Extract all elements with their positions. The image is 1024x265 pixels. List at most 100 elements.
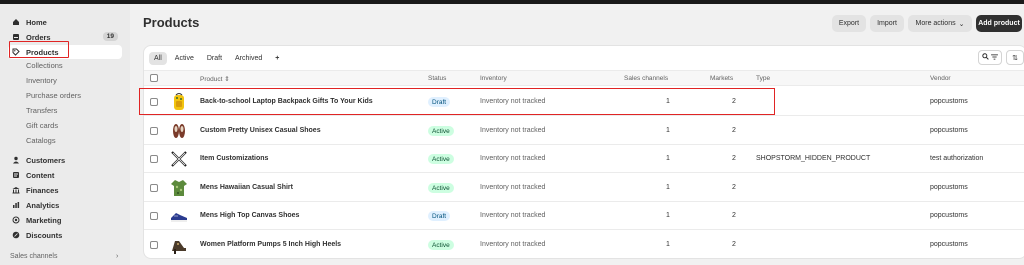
orders-icon — [12, 33, 20, 41]
column-header-type: Type — [756, 75, 771, 82]
sort-icon: ⇅ — [1012, 54, 1018, 62]
column-header-sales-channels: Sales channels — [624, 75, 669, 82]
sidebar-subitem-gift-cards[interactable]: Gift cards — [26, 121, 58, 130]
top-bar — [0, 0, 1024, 4]
sidebar-item-label: Marketing — [26, 215, 62, 225]
sidebar-item-label: Finances — [26, 185, 59, 195]
import-button[interactable]: Import — [870, 15, 904, 32]
target-icon — [12, 216, 20, 224]
product-thumbnail-heels — [170, 235, 188, 255]
sidebar-item-customers[interactable]: Customers — [8, 153, 122, 167]
sidebar-item-label: Customers — [26, 155, 66, 165]
product-name[interactable]: Custom Pretty Unisex Casual Shoes — [200, 127, 321, 134]
tab-active[interactable]: Active — [170, 52, 199, 65]
product-thumbnail-shirt — [170, 178, 188, 198]
sales-channels-cell: 1 — [666, 184, 670, 191]
filter-tabs: All Active Draft Archived + — [149, 52, 287, 65]
column-header-label: Product — [200, 76, 223, 83]
table-row[interactable]: Mens Hawaiian Casual Shirt Active Invent… — [144, 174, 1024, 202]
row-checkbox[interactable] — [150, 241, 158, 249]
status-badge: Active — [428, 154, 454, 164]
table-row[interactable]: Item Customizations Active Inventory not… — [144, 145, 1024, 173]
vendor-cell: popcustoms — [930, 127, 968, 134]
inventory-cell: Inventory not tracked — [480, 212, 546, 219]
sort-button[interactable]: ⇅ — [1006, 50, 1024, 65]
products-table-card: All Active Draft Archived + ⇅ Product ⇕ … — [143, 45, 1024, 259]
sidebar-subitem-purchase-orders[interactable]: Purchase orders — [26, 91, 81, 100]
row-checkbox[interactable] — [150, 212, 158, 220]
table-row[interactable]: Mens High Top Canvas Shoes Draft Invento… — [144, 202, 1024, 230]
sidebar-item-label: Home — [26, 17, 47, 27]
markets-cell: 2 — [732, 184, 736, 191]
row-checkbox[interactable] — [150, 184, 158, 192]
vendor-cell: popcustoms — [930, 98, 968, 105]
sidebar-item-marketing[interactable]: Marketing — [8, 213, 122, 227]
product-thumbnail-canvas-shoes — [170, 206, 188, 226]
content-icon — [12, 171, 20, 179]
more-actions-button[interactable]: More actions ⌄ — [908, 15, 972, 32]
sales-channels-cell: 1 — [666, 155, 670, 162]
status-badge: Active — [428, 126, 454, 136]
chevron-right-icon[interactable]: › — [116, 253, 118, 260]
row-checkbox[interactable] — [150, 155, 158, 163]
status-badge: Active — [428, 240, 454, 250]
type-cell: SHOPSTORM_HIDDEN_PRODUCT — [756, 155, 871, 162]
sidebar-item-label: Analytics — [26, 200, 60, 210]
product-name[interactable]: Women Platform Pumps 5 Inch High Heels — [200, 241, 341, 248]
vendor-cell: test authorization — [930, 155, 984, 162]
tab-archived[interactable]: Archived — [230, 52, 267, 65]
vendor-cell: popcustoms — [930, 241, 968, 248]
bank-icon — [12, 186, 20, 194]
sidebar-item-discounts[interactable]: Discounts — [8, 228, 122, 242]
product-thumbnail-shoes — [170, 121, 188, 141]
row-checkbox[interactable] — [150, 127, 158, 135]
markets-cell: 2 — [732, 212, 736, 219]
filter-icon — [991, 53, 998, 62]
export-button[interactable]: Export — [832, 15, 866, 32]
sales-channels-cell: 1 — [666, 241, 670, 248]
markets-cell: 2 — [732, 241, 736, 248]
home-icon — [12, 18, 20, 26]
tab-all[interactable]: All — [149, 52, 167, 65]
chevron-down-icon: ⌄ — [958, 20, 965, 28]
sidebar-item-label: Content — [26, 170, 55, 180]
table-row[interactable]: Women Platform Pumps 5 Inch High Heels A… — [144, 231, 1024, 258]
sidebar-item-analytics[interactable]: Analytics — [8, 198, 122, 212]
sidebar-item-finances[interactable]: Finances — [8, 183, 122, 197]
product-name[interactable]: Mens Hawaiian Casual Shirt — [200, 184, 293, 191]
sales-channels-heading[interactable]: Sales channels — [10, 253, 57, 260]
select-all-checkbox[interactable] — [150, 74, 158, 82]
markets-cell: 2 — [732, 127, 736, 134]
sidebar-subitem-inventory[interactable]: Inventory — [26, 76, 57, 85]
product-name[interactable]: Item Customizations — [200, 155, 268, 162]
table-header: Product ⇕ Status Inventory Sales channel… — [144, 70, 1024, 86]
tab-draft[interactable]: Draft — [202, 52, 227, 65]
inventory-cell: Inventory not tracked — [480, 241, 546, 248]
sales-channels-cell: 1 — [666, 127, 670, 134]
search-filter-button[interactable] — [978, 50, 1002, 65]
column-header-markets: Markets — [710, 75, 734, 82]
sidebar-subitem-catalogs[interactable]: Catalogs — [26, 136, 56, 145]
vendor-cell: popcustoms — [930, 184, 968, 191]
sales-channels-cell: 1 — [666, 212, 670, 219]
sidebar-subitem-transfers[interactable]: Transfers — [26, 106, 57, 115]
table-row[interactable]: Custom Pretty Unisex Casual Shoes Active… — [144, 117, 1024, 145]
highlight-box-first-row — [139, 88, 775, 115]
search-icon — [982, 53, 989, 62]
page-title: Products — [143, 15, 200, 30]
column-header-status: Status — [428, 75, 447, 82]
inventory-cell: Inventory not tracked — [480, 127, 546, 134]
sort-arrows-icon: ⇕ — [224, 76, 230, 83]
sidebar-item-home[interactable]: Home — [8, 15, 122, 29]
product-thumbnail-customization — [170, 149, 188, 169]
product-name[interactable]: Mens High Top Canvas Shoes — [200, 212, 299, 219]
more-actions-label: More actions — [915, 20, 956, 27]
sidebar-subitem-collections[interactable]: Collections — [26, 61, 63, 70]
sidebar-item-content[interactable]: Content — [8, 168, 122, 182]
add-product-button[interactable]: Add product — [976, 15, 1022, 32]
column-header-product[interactable]: Product ⇕ — [200, 75, 230, 83]
orders-count-badge: 19 — [102, 32, 118, 41]
add-view-button[interactable]: + — [270, 52, 284, 65]
sidebar-item-label: Discounts — [26, 230, 63, 240]
markets-cell: 2 — [732, 155, 736, 162]
